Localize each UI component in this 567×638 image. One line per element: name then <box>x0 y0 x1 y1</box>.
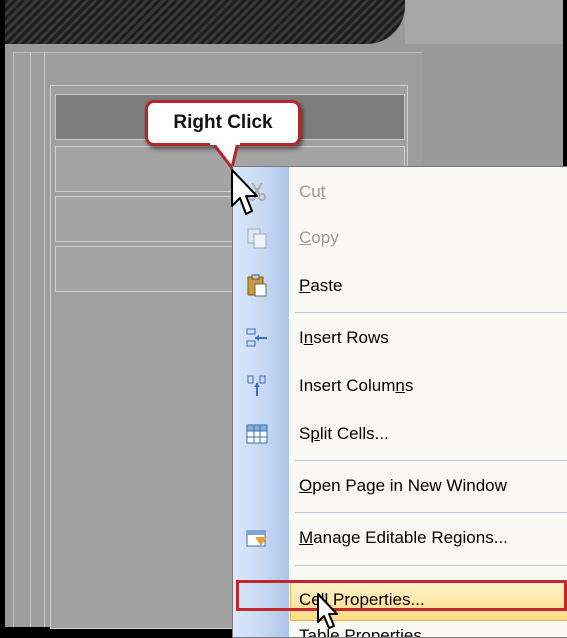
copy-icon <box>247 228 267 249</box>
menu-item-insert-columns[interactable]: Insert Columns <box>233 365 567 407</box>
menu-separator <box>295 460 567 461</box>
menu-item-label: Split Cells... <box>299 424 389 443</box>
menu-separator <box>295 312 567 313</box>
menu-item-split-cells[interactable]: Split Cells... <box>233 413 567 455</box>
manage-regions-icon <box>246 530 267 547</box>
menu-item-cut[interactable]: Cut <box>233 171 567 213</box>
mouse-cursor-icon <box>317 593 338 629</box>
menu-item-open-page-new-window[interactable]: Open Page in New Window <box>233 465 567 507</box>
right-click-callout: Right Click <box>145 100 301 146</box>
menu-item-label: Copy <box>299 228 339 247</box>
menu-item-label: Insert Rows <box>299 328 389 347</box>
highlight-annotation-box <box>236 580 567 611</box>
guide-line <box>44 52 45 627</box>
menu-item-insert-rows[interactable]: Insert Rows <box>233 317 567 359</box>
context-menu: Cut Copy Paste Insert Rows Insert Column… <box>232 166 567 638</box>
menu-item-table-properties[interactable]: Table Properties <box>233 615 567 637</box>
guide-line <box>30 52 31 627</box>
menu-item-label: Insert Columns <box>299 376 414 395</box>
header-band <box>5 0 405 44</box>
insert-columns-icon <box>247 375 266 396</box>
menu-separator <box>295 565 567 566</box>
menu-item-manage-editable-regions[interactable]: Manage Editable Regions... <box>233 517 567 559</box>
menu-item-label: Manage Editable Regions... <box>299 528 508 547</box>
insert-rows-icon <box>246 328 267 347</box>
paste-icon <box>247 274 267 297</box>
menu-item-label: Open Page in New Window <box>299 476 507 495</box>
menu-item-label: Paste <box>299 276 343 295</box>
menu-item-label: Cut <box>299 182 326 201</box>
mouse-cursor-icon <box>231 169 258 215</box>
callout-text: Right Click <box>173 112 273 133</box>
menu-item-copy[interactable]: Copy <box>233 217 567 259</box>
split-cells-icon <box>246 424 268 444</box>
menu-separator <box>295 512 567 513</box>
top-right-area <box>405 0 563 44</box>
menu-item-paste[interactable]: Paste <box>233 265 567 307</box>
